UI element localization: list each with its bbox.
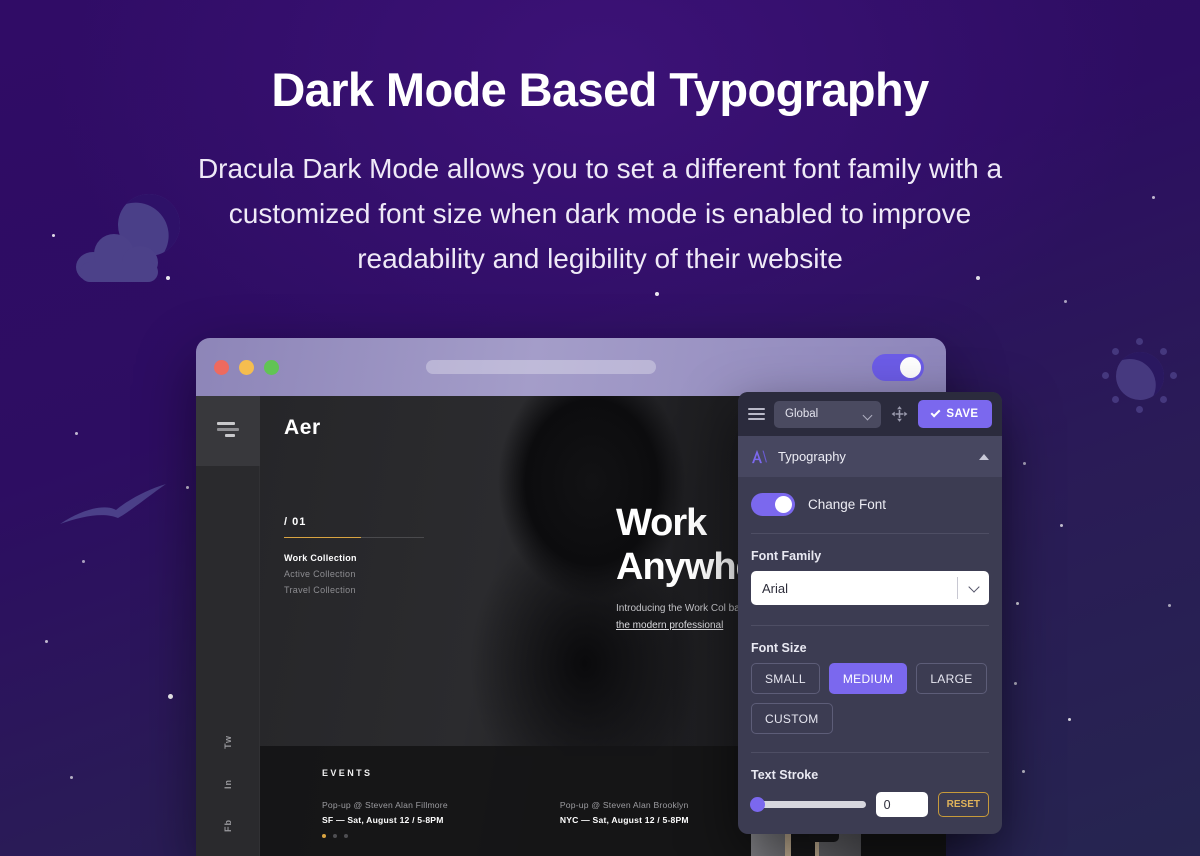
social-links: Tw In Fb <box>196 735 260 832</box>
social-link-facebook[interactable]: Fb <box>223 819 233 832</box>
reset-button[interactable]: RESET <box>937 792 989 817</box>
collection-item-work[interactable]: Work Collection <box>284 550 424 566</box>
event-venue: Pop-up @ Steven Alan Brooklyn <box>559 800 689 810</box>
scope-select-value: Global <box>785 408 819 420</box>
text-stroke-input[interactable] <box>875 792 928 817</box>
carousel-dot[interactable] <box>322 834 326 838</box>
font-family-label: Font Family <box>751 549 822 563</box>
collection-item-travel[interactable]: Travel Collection <box>284 582 424 598</box>
social-link-instagram[interactable]: In <box>223 779 233 789</box>
panel-toolbar: Global SAVE <box>738 392 1002 436</box>
chevron-up-icon[interactable] <box>979 453 989 460</box>
typography-section-title: Typography <box>778 449 846 464</box>
typography-section-header[interactable]: Typography <box>738 436 1002 477</box>
moon-rays-icon <box>1100 338 1180 418</box>
font-size-small-button[interactable]: SMALL <box>751 663 820 694</box>
divider <box>751 752 989 753</box>
page-title: Dark Mode Based Typography <box>271 63 929 116</box>
panel-body: Change Font Font Family Arial Font Size … <box>738 477 1002 817</box>
social-link-twitter[interactable]: Tw <box>223 735 233 749</box>
hero-copy-line1: Introducing the Work Col <box>616 603 726 614</box>
zoom-window-button[interactable] <box>264 359 279 375</box>
traffic-lights <box>214 359 279 375</box>
collection-divider <box>284 537 424 538</box>
event-item: Pop-up @ Steven Alan Fillmore SF — Sat, … <box>322 800 448 825</box>
chevron-down-icon <box>968 581 980 593</box>
change-font-row: Change Font <box>751 477 989 533</box>
site-menu-button[interactable] <box>196 396 260 466</box>
change-font-toggle[interactable] <box>751 493 795 516</box>
carousel-dot[interactable] <box>333 834 337 838</box>
font-size-large-button[interactable]: LARGE <box>916 663 987 694</box>
minimize-window-button[interactable] <box>239 359 254 375</box>
site-sidebar: Tw In Fb <box>196 396 260 856</box>
site-logo[interactable]: Aer <box>284 416 321 440</box>
font-size-label: Font Size <box>751 641 807 655</box>
collection-list: / 01 Work Collection Active Collection T… <box>284 516 424 598</box>
save-button[interactable]: SAVE <box>917 400 992 428</box>
hero-heading: Work Anywhe <box>616 502 757 588</box>
typography-icon <box>752 449 767 464</box>
text-stroke-label: Text Stroke <box>751 768 819 782</box>
text-stroke-slider[interactable] <box>750 797 866 812</box>
font-family-value: Arial <box>762 580 789 596</box>
event-item: Pop-up @ Steven Alan Brooklyn NYC — Sat,… <box>560 800 689 825</box>
page-subtitle: Dracula Dark Mode allows you to set a di… <box>197 153 1003 274</box>
event-detail: NYC — Sat, August 12 / 5-8PM <box>559 815 689 825</box>
save-button-label: SAVE <box>946 408 979 420</box>
select-separator <box>957 577 958 599</box>
bird-icon <box>60 484 166 524</box>
browser-chrome <box>196 338 946 396</box>
address-bar[interactable] <box>426 360 656 374</box>
dark-mode-toggle[interactable] <box>872 354 924 381</box>
chevron-down-icon <box>862 410 873 420</box>
scope-select[interactable]: Global <box>774 400 881 428</box>
font-size-custom-button[interactable]: CUSTOM <box>751 703 833 734</box>
close-window-button[interactable] <box>214 359 229 375</box>
divider <box>751 625 989 626</box>
text-stroke-controls: RESET <box>750 792 989 817</box>
check-icon <box>930 407 941 418</box>
typography-settings-panel: Global SAVE Typography Change Font Font … <box>738 392 1002 834</box>
hero-copy-link-professional[interactable]: the modern professional <box>616 620 723 631</box>
carousel-dots[interactable] <box>322 834 348 838</box>
move-arrows-icon[interactable] <box>890 404 909 424</box>
event-venue: Pop-up @ Steven Alan Fillmore <box>322 800 448 810</box>
change-font-label: Change Font <box>808 497 887 512</box>
font-size-medium-button[interactable]: MEDIUM <box>828 663 908 694</box>
event-detail: SF — Sat, August 12 / 5-8PM <box>322 815 444 825</box>
collection-item-active[interactable]: Active Collection <box>284 566 424 582</box>
hamburger-icon <box>217 422 239 440</box>
carousel-dot[interactable] <box>344 834 348 838</box>
divider <box>751 533 989 534</box>
hamburger-icon[interactable] <box>748 405 765 423</box>
collection-number: / 01 <box>284 516 307 528</box>
slider-thumb[interactable] <box>750 797 765 812</box>
font-family-select[interactable]: Arial <box>751 571 989 605</box>
font-size-options: SMALL MEDIUM LARGE CUSTOM <box>751 663 989 734</box>
